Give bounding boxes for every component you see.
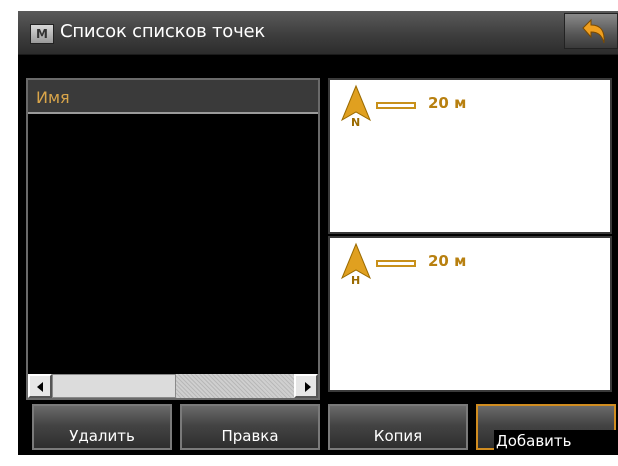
scale-label: 20 м [428,252,467,270]
add-button-label: Добавить [494,430,618,452]
scroll-right-button[interactable] [294,374,318,398]
back-button[interactable] [564,13,618,49]
arrow-left-icon [37,382,43,392]
app-window: M Список списков точек Имя N 20 м H 20 м… [18,11,618,455]
scale-bar [376,260,416,267]
scrollbar-thumb[interactable] [52,374,176,398]
copy-button[interactable]: Копия [328,404,468,450]
scroll-left-button[interactable] [28,374,52,398]
menu-button[interactable]: M [30,24,54,44]
add-button[interactable]: Добавить [476,404,618,452]
delete-button[interactable]: Удалить [32,404,172,450]
point-lists-list[interactable]: Имя [26,78,320,400]
horizontal-scrollbar[interactable] [28,374,318,398]
compass-letter: N [351,116,360,128]
compass-letter: H [351,274,360,286]
page-title: Список списков точек [60,21,266,42]
map-preview-bottom[interactable]: H 20 м [328,236,612,392]
scale-bar [376,102,416,109]
edit-button[interactable]: Правка [180,404,320,450]
north-arrow-icon: H [340,242,372,286]
map-preview-top[interactable]: N 20 м [328,78,612,234]
title-bar: M Список списков точек [18,11,618,55]
column-header-name[interactable]: Имя [28,80,318,114]
back-arrow-icon [582,18,605,44]
arrow-right-icon [305,382,311,392]
scrollbar-track[interactable] [176,374,294,398]
north-arrow-icon: N [340,84,372,128]
scale-label: 20 м [428,94,467,112]
